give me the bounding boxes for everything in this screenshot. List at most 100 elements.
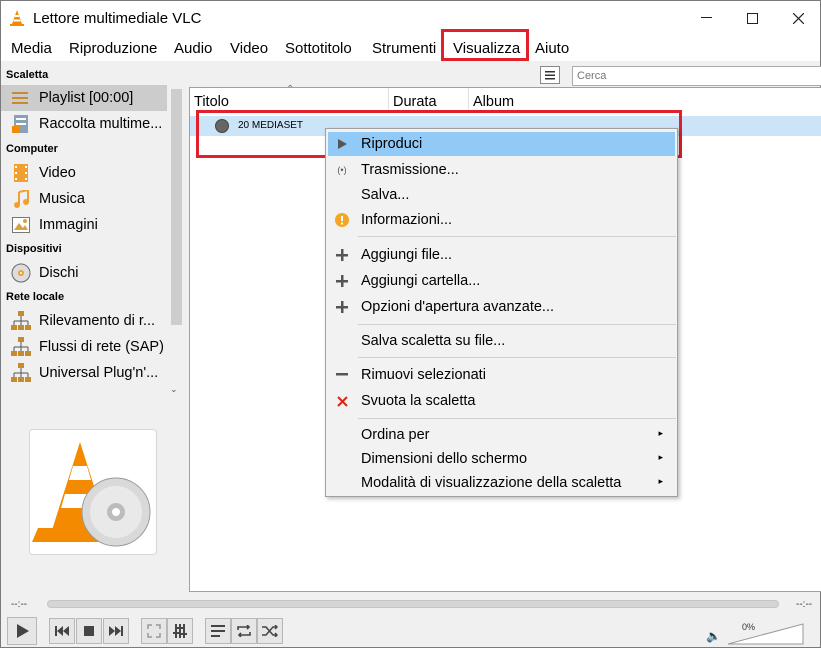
section-computer: Computer — [6, 143, 58, 155]
repeat-icon — [237, 625, 251, 637]
menu-video[interactable]: Video — [230, 40, 268, 57]
column-header-titolo[interactable]: Titolo ⌃ — [190, 84, 389, 112]
section-dispositivi: Dispositivi — [6, 243, 62, 255]
sidebar-item-label: Immagini — [39, 217, 98, 233]
maximize-button[interactable] — [729, 1, 775, 35]
sidebar-item-label: Flussi di rete (SAP) — [39, 339, 164, 355]
broadcast-icon: (•) — [337, 165, 347, 175]
time-elapsed: --:-- — [11, 599, 28, 610]
menu-bar: Media Riproduzione Audio Video Sottotito… — [1, 35, 820, 61]
sidebar-item-video[interactable]: Video — [1, 160, 167, 186]
column-header-durata[interactable]: Durata — [389, 88, 469, 112]
menu-item-salva-scaletta[interactable]: Salva scaletta su file... — [328, 329, 675, 353]
network-icon — [11, 337, 31, 357]
menu-aiuto[interactable]: Aiuto — [535, 40, 569, 57]
sidebar-item-label: Musica — [39, 191, 85, 207]
menu-media[interactable]: Media — [11, 40, 52, 57]
fullscreen-button[interactable] — [141, 618, 167, 644]
sidebar-item-musica[interactable]: Musica — [1, 186, 167, 212]
menu-separator — [358, 236, 676, 237]
scrollbar-thumb[interactable] — [171, 89, 182, 325]
menu-item-aggiungi-file[interactable]: Aggiungi file... — [328, 243, 675, 267]
sidebar-item-rilevamento[interactable]: Rilevamento di r... — [1, 308, 167, 334]
time-total: --:-- — [796, 599, 813, 610]
column-label: Durata — [393, 94, 437, 110]
chevron-down-icon[interactable]: ⌄ — [170, 384, 178, 395]
sidebar-item-upnp[interactable]: Universal Plug'n'... — [1, 360, 167, 386]
menu-separator — [358, 324, 676, 325]
shuffle-button[interactable] — [257, 618, 283, 644]
equalizer-icon — [173, 624, 187, 638]
volume-percent: 0% — [742, 622, 756, 632]
menu-item-modalita[interactable]: Modalità di visualizzazione della scalet… — [328, 471, 675, 495]
menu-item-label: Informazioni... — [361, 212, 453, 228]
minus-icon — [333, 366, 351, 384]
close-button[interactable] — [775, 1, 821, 35]
sidebar-item-raccolta[interactable]: Raccolta multime... — [1, 111, 167, 137]
menu-item-svuota[interactable]: Svuota la scaletta — [328, 389, 675, 413]
play-button[interactable] — [7, 617, 37, 645]
menu-separator — [358, 418, 676, 419]
menu-item-opzioni-apertura[interactable]: Opzioni d'apertura avanzate... — [328, 295, 675, 319]
playlist-view-button[interactable] — [540, 66, 560, 84]
context-menu: Riproduci (•) Trasmissione... Salva... I… — [325, 128, 678, 497]
menu-sottotitolo[interactable]: Sottotitolo — [285, 40, 352, 57]
menu-audio[interactable]: Audio — [174, 40, 212, 57]
menu-strumenti[interactable]: Strumenti — [372, 40, 436, 57]
column-header-album[interactable]: Album — [469, 88, 821, 112]
sidebar-item-playlist[interactable]: Playlist [00:00] — [1, 85, 167, 111]
extended-settings-button[interactable] — [167, 618, 193, 644]
menu-item-salva[interactable]: Salva... — [328, 183, 675, 207]
toggle-playlist-button[interactable] — [205, 618, 231, 644]
volume-slider[interactable] — [728, 623, 804, 645]
menu-item-ordina[interactable]: Ordina per ▸ — [328, 423, 675, 447]
menu-item-aggiungi-cartella[interactable]: Aggiungi cartella... — [328, 269, 675, 293]
menu-item-label: Aggiungi cartella... — [361, 273, 481, 289]
sidebar-item-flussi[interactable]: Flussi di rete (SAP) — [1, 334, 167, 360]
row-title: 20 MEDIASET — [238, 120, 304, 131]
previous-button[interactable] — [49, 618, 75, 644]
speaker-icon[interactable]: 🔈 — [706, 629, 721, 643]
fullscreen-icon — [147, 624, 161, 638]
menu-item-label: Salva scaletta su file... — [361, 333, 506, 349]
loop-button[interactable] — [231, 618, 257, 644]
next-button[interactable] — [103, 618, 129, 644]
sort-up-icon: ⌃ — [286, 84, 295, 95]
menu-item-label: Ordina per — [361, 427, 430, 443]
sidebar-item-label: Dischi — [39, 265, 79, 281]
submenu-arrow-icon: ▸ — [658, 428, 663, 438]
shuffle-icon — [262, 625, 278, 637]
seek-slider[interactable] — [47, 600, 779, 608]
menu-item-label: Dimensioni dello schermo — [361, 451, 528, 467]
sidebar-item-label: Rilevamento di r... — [39, 313, 156, 329]
image-icon — [11, 215, 31, 235]
section-rete-locale: Rete locale — [6, 291, 65, 303]
music-note-icon — [11, 189, 31, 209]
play-icon — [333, 135, 351, 153]
search-input[interactable] — [572, 66, 821, 86]
menu-item-label: Rimuovi selezionati — [361, 367, 486, 383]
menu-riproduzione[interactable]: Riproduzione — [69, 40, 157, 57]
submenu-arrow-icon: ▸ — [658, 476, 663, 486]
stop-button[interactable] — [76, 618, 102, 644]
menu-item-trasmissione[interactable]: (•) Trasmissione... — [328, 158, 675, 182]
menu-item-informazioni[interactable]: Informazioni... — [328, 208, 675, 232]
minimize-button[interactable] — [683, 1, 729, 35]
menu-item-label: Aggiungi file... — [361, 247, 453, 263]
menu-visualizza[interactable]: Visualizza — [453, 40, 520, 57]
column-label: Album — [473, 94, 515, 110]
sidebar-scrollbar[interactable]: ⌄ — [169, 85, 183, 395]
sidebar-item-dischi[interactable]: Dischi — [1, 260, 167, 286]
media-library-icon — [11, 114, 31, 134]
menu-item-dimensioni[interactable]: Dimensioni dello schermo ▸ — [328, 447, 675, 471]
sidebar-item-immagini[interactable]: Immagini — [1, 212, 167, 238]
playlist-icon — [211, 625, 225, 637]
sidebar-item-label: Playlist [00:00] — [39, 90, 134, 106]
network-icon — [11, 311, 31, 331]
list-view-icon — [545, 71, 555, 80]
stream-icon — [215, 119, 229, 133]
play-icon — [17, 624, 29, 638]
menu-item-rimuovi[interactable]: Rimuovi selezionati — [328, 363, 675, 387]
section-scaletta: Scaletta — [6, 69, 49, 81]
menu-item-riproduci[interactable]: Riproduci — [328, 132, 675, 156]
